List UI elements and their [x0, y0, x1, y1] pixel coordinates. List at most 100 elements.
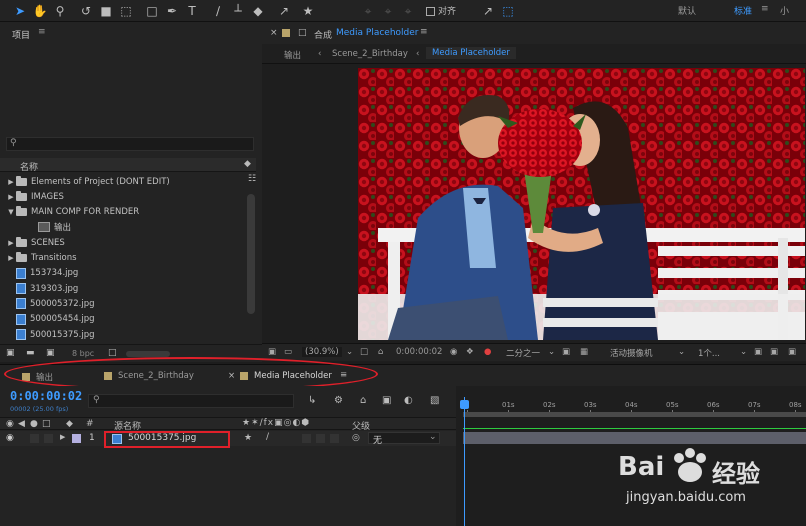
list-item[interactable]: 输出 — [0, 220, 246, 235]
workspace-default[interactable]: 默认 — [678, 4, 696, 17]
breadcrumb-output[interactable]: 输出 — [284, 49, 301, 61]
list-item[interactable]: ▶ Elements of Project (DONT EDIT) — [0, 174, 246, 189]
motion-blur-icon[interactable]: ◐ — [404, 395, 413, 406]
switch-box[interactable] — [330, 434, 339, 443]
chevron-right-icon[interactable]: ▶ — [6, 178, 16, 186]
breadcrumb-current[interactable]: Media Placeholder — [426, 47, 516, 59]
snapshot-icon[interactable]: ◉ — [450, 347, 457, 357]
time-ruler[interactable]: 0s01s02s03s04s05s06s07s08s — [456, 397, 806, 413]
composition-canvas[interactable] — [358, 68, 805, 340]
shy-switch-icon[interactable]: ★ — [244, 433, 252, 443]
monitor-icon[interactable]: ▭ — [284, 347, 292, 357]
list-item[interactable]: ▶ IMAGES — [0, 189, 246, 204]
eraser-icon[interactable]: ◆ — [250, 3, 266, 19]
safe-margins-icon[interactable]: □ — [360, 347, 368, 357]
snap-target-icon[interactable]: ⬚ — [500, 3, 516, 19]
chevron-right-icon[interactable]: ▶ — [6, 193, 16, 201]
quality-switch-icon[interactable]: ∕ — [266, 432, 269, 442]
bit-depth-label[interactable]: 8 bpc — [72, 349, 94, 358]
switch-box[interactable] — [302, 434, 311, 443]
viewer-timecode[interactable]: 0:00:00:02 — [396, 347, 442, 357]
always-preview-icon[interactable]: ▣ — [268, 347, 276, 357]
resolution-dropdown[interactable]: 二分之一 — [506, 347, 540, 359]
layer-duration-bar[interactable] — [463, 432, 806, 444]
zoom-dropdown[interactable]: (30.9%) — [302, 347, 342, 357]
solo-toggle[interactable] — [30, 434, 39, 443]
project-column-header[interactable]: 名称 ◆ — [0, 158, 256, 173]
timeline-search-input[interactable]: ⚲ — [88, 394, 294, 408]
fast-preview-icon[interactable]: ▣ — [754, 347, 762, 357]
camera-dropdown[interactable]: 活动摄像机 — [610, 347, 653, 359]
clone-stamp-icon[interactable]: ┴ — [230, 3, 246, 19]
list-item[interactable]: ▶ Transitions — [0, 251, 246, 266]
lock-icon[interactable]: □ — [298, 28, 307, 38]
list-item[interactable]: 500015375.jpg — [0, 327, 246, 342]
delete-icon[interactable]: □ — [108, 348, 117, 358]
close-tab-icon[interactable]: × — [270, 28, 278, 38]
dropdown-chevron-icon[interactable]: ⌄ — [678, 347, 685, 357]
current-time-indicator[interactable] — [464, 397, 465, 526]
new-folder-icon[interactable]: ▬ — [26, 348, 35, 358]
list-item[interactable]: 319303.jpg — [0, 281, 246, 296]
dropdown-chevron-icon[interactable]: ⌄ — [346, 347, 353, 357]
snap-checkbox[interactable] — [422, 3, 438, 19]
region-icon[interactable]: ▣ — [562, 347, 570, 357]
project-search-input[interactable]: ⚲ — [6, 137, 254, 151]
show-snapshot-icon[interactable]: ❖ — [466, 347, 474, 357]
zoom-tool-icon[interactable]: ⚲ — [52, 3, 68, 19]
transparency-grid-icon[interactable]: ▦ — [580, 347, 588, 357]
puppet-pin-icon[interactable]: ★ — [300, 3, 316, 19]
timeline-toggle-icon[interactable]: ▣ — [770, 347, 778, 357]
chevron-right-icon[interactable]: ▶ — [6, 254, 16, 262]
timeline-timecode[interactable]: 0:00:00:02 — [10, 389, 82, 403]
viewer-tab-title[interactable]: Media Placeholder — [336, 28, 418, 38]
comp-flowchart-icon[interactable]: ↳ — [308, 395, 316, 406]
chevron-right-icon[interactable]: ▶ — [6, 239, 16, 247]
expand-arrow-icon[interactable]: ▶ — [60, 433, 65, 441]
selection-tool-icon[interactable]: ➤ — [12, 3, 28, 19]
snap-option-icon[interactable]: ↗ — [480, 3, 496, 19]
lock-toggle[interactable] — [44, 434, 53, 443]
layer-label-color[interactable] — [72, 434, 81, 443]
world-axis-icon[interactable]: ⌖ — [380, 3, 396, 19]
type-tool-icon[interactable]: T — [184, 3, 200, 19]
workspace-menu-icon[interactable]: ≡ — [761, 4, 769, 14]
draft-3d-icon[interactable]: ⚙ — [334, 395, 343, 406]
workspace-standard[interactable]: 标准 — [734, 4, 752, 17]
roto-brush-icon[interactable]: ↗ — [276, 3, 292, 19]
channel-icon[interactable]: ● — [484, 347, 491, 357]
interpret-footage-icon[interactable]: ▣ — [6, 348, 15, 358]
hierarchy-icon[interactable]: ☷ — [248, 174, 256, 184]
dropdown-chevron-icon[interactable]: ⌄ — [548, 347, 555, 357]
playhead-handle[interactable] — [460, 400, 469, 409]
frame-blending-icon[interactable]: ▣ — [382, 395, 391, 406]
rectangle-tool-icon[interactable]: □ — [144, 3, 160, 19]
parent-dropdown[interactable]: 无 ⌄ — [368, 432, 440, 446]
hand-tool-icon[interactable]: ✋ — [32, 3, 48, 19]
pan-behind-icon[interactable]: ⬚ — [118, 3, 134, 19]
project-menu-icon[interactable]: ≡ — [38, 27, 46, 37]
list-item[interactable]: ▼ MAIN COMP FOR RENDER — [0, 205, 246, 220]
flowchart-icon[interactable]: ▣ — [788, 347, 796, 357]
views-dropdown[interactable]: 1个... — [698, 347, 720, 359]
list-item[interactable]: 500005454.jpg — [0, 312, 246, 327]
pen-tool-icon[interactable]: ✒ — [164, 3, 180, 19]
axis-mode-icon[interactable]: ⌖ — [360, 3, 376, 19]
work-area-bar[interactable] — [463, 412, 806, 417]
breadcrumb-scene[interactable]: Scene_2_Birthday — [332, 49, 408, 59]
camera-tool-icon[interactable]: ■ — [98, 3, 114, 19]
list-item[interactable]: 500005372.jpg — [0, 296, 246, 311]
project-scrollbar[interactable] — [247, 194, 255, 314]
view-axis-icon[interactable]: ⌖ — [400, 3, 416, 19]
grid-icon[interactable]: ⌂ — [378, 347, 383, 357]
switch-box[interactable] — [316, 434, 325, 443]
brush-tool-icon[interactable]: ∕ — [210, 3, 226, 19]
graph-editor-icon[interactable]: ▧ — [430, 395, 439, 406]
rotate-tool-icon[interactable]: ↺ — [78, 3, 94, 19]
list-item[interactable]: 153734.jpg — [0, 266, 246, 281]
eye-icon[interactable]: ◉ — [6, 433, 14, 443]
chevron-down-icon[interactable]: ▼ — [6, 208, 16, 216]
workspace-small[interactable]: 小 — [780, 4, 789, 17]
thumbnail-slider[interactable] — [126, 351, 170, 357]
viewer-menu-icon[interactable]: ≡ — [420, 27, 428, 37]
